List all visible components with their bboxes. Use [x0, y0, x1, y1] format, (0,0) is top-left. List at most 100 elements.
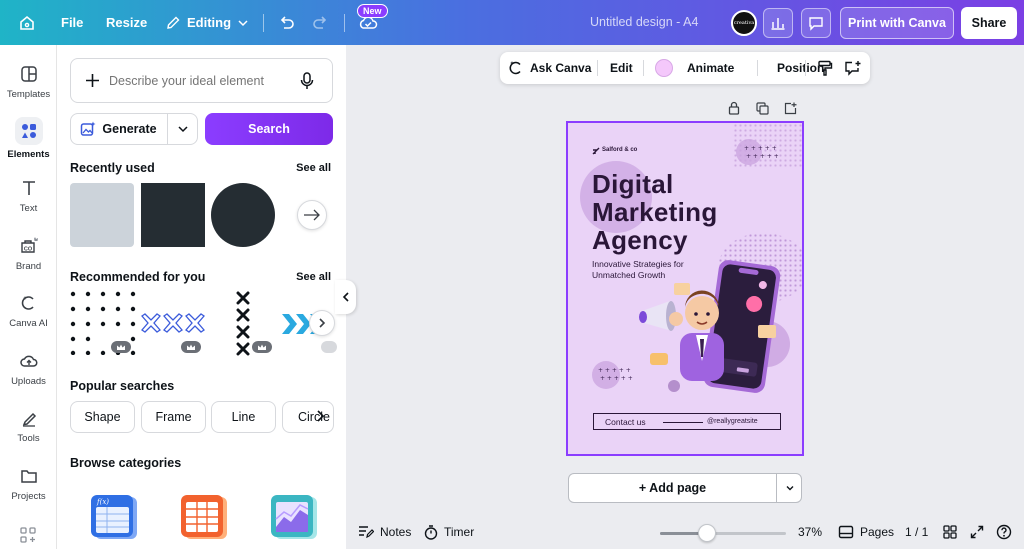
text-icon — [18, 177, 40, 199]
resize-menu[interactable]: Resize — [106, 0, 147, 45]
bar-chart-icon — [771, 18, 785, 30]
premium-crown-badge — [111, 341, 131, 353]
zoom-slider-handle[interactable] — [697, 524, 716, 542]
apps-icon[interactable] — [20, 527, 36, 548]
rail-brand[interactable]: CO Brand — [0, 225, 57, 281]
paint-format-button[interactable] — [817, 52, 833, 84]
editing-label: Editing — [187, 15, 232, 30]
elements-icon — [14, 116, 43, 145]
pages-button[interactable]: Pages — [838, 520, 894, 544]
projects-icon — [18, 465, 40, 487]
grid-view-button[interactable] — [943, 520, 957, 544]
add-page-icon — [784, 102, 796, 114]
rail-tools[interactable]: Tools — [0, 397, 57, 453]
document-title[interactable]: Untitled design - A4 — [590, 15, 698, 29]
top-bar: File Resize Editing New Untitled design … — [0, 0, 1024, 45]
rail-canva-ai[interactable]: Canva AI — [0, 282, 57, 338]
notes-button[interactable]: Notes — [358, 520, 411, 544]
popular-search-circle[interactable]: Circle — [282, 401, 334, 433]
zoom-slider[interactable] — [660, 532, 786, 535]
chevron-left-icon — [342, 292, 349, 302]
pencil-icon — [167, 16, 180, 29]
home-button[interactable] — [18, 0, 36, 45]
recent-element-light-square[interactable] — [70, 183, 134, 247]
ask-canva-button[interactable]: Ask Canva — [508, 52, 591, 84]
popular-search-circle-label: Circle — [298, 410, 330, 424]
generate-button[interactable]: Generate — [71, 114, 166, 144]
microphone-icon[interactable] — [300, 72, 314, 90]
add-comment-button[interactable] — [844, 52, 862, 84]
recommended-x-column[interactable] — [236, 291, 250, 357]
recent-element-dark-square[interactable] — [141, 183, 205, 247]
animate-button[interactable]: Animate — [687, 52, 734, 84]
rail-label: Tools — [17, 432, 40, 444]
headline-line-2: Marketing — [592, 197, 718, 227]
rail-projects[interactable]: Projects — [0, 455, 57, 511]
notes-label: Notes — [380, 525, 412, 539]
collapse-panel-button[interactable] — [335, 280, 356, 314]
see-all-recent-link[interactable]: See all — [296, 162, 331, 174]
avatar-text: creativa — [733, 20, 755, 26]
fullscreen-button[interactable] — [970, 520, 984, 544]
help-button[interactable] — [996, 520, 1012, 544]
category-chart-icon[interactable] — [267, 493, 321, 541]
rail-label: Brand — [15, 260, 42, 272]
element-search-input[interactable] — [109, 71, 294, 91]
recent-element-dark-circle[interactable] — [211, 183, 275, 247]
elements-panel: Generate Search Recently used See all Re… — [57, 45, 346, 549]
avatar[interactable]: creativa — [731, 10, 757, 36]
undo-button[interactable] — [278, 0, 296, 45]
see-all-recommended-link[interactable]: See all — [296, 271, 331, 283]
rail-templates[interactable]: Templates — [0, 53, 57, 109]
color-swatch-button[interactable] — [655, 52, 673, 84]
insights-button[interactable] — [763, 8, 793, 38]
design-handle-text: @reallygreatsite — [707, 418, 758, 425]
recommended-scroll-right[interactable] — [309, 310, 335, 336]
recent-scroll-right[interactable] — [297, 200, 327, 230]
toolbar-divider — [805, 60, 806, 76]
comments-button[interactable] — [801, 8, 831, 38]
recommended-x-pattern[interactable] — [141, 313, 207, 335]
ask-canva-label: Ask Canva — [530, 61, 592, 75]
rail-label: Uploads — [11, 375, 46, 387]
element-search-box[interactable] — [70, 58, 333, 103]
add-page-options-dropdown[interactable] — [776, 474, 802, 502]
timer-button[interactable]: Timer — [424, 520, 474, 544]
recently-used-heading: Recently used — [70, 161, 155, 175]
zoom-level-button[interactable]: 37% — [798, 520, 822, 544]
file-menu[interactable]: File — [61, 0, 83, 45]
add-page-inline-button[interactable] — [783, 101, 797, 115]
chevron-right-icon — [317, 410, 325, 422]
design-page[interactable]: + + + + + + + + + + + + + + + + + + + + Sa… — [566, 121, 804, 456]
lock-page-button[interactable] — [727, 101, 741, 115]
help-icon — [996, 524, 1012, 540]
duplicate-page-button[interactable] — [755, 101, 769, 115]
category-grid-icon[interactable] — [177, 493, 231, 541]
popular-scroll-right[interactable] — [315, 409, 325, 428]
rail-uploads[interactable]: Uploads — [0, 340, 57, 396]
recommended-heading: Recommended for you — [70, 270, 206, 284]
svg-text:f(x): f(x) — [96, 498, 109, 506]
add-page-button[interactable]: + Add page — [569, 474, 776, 502]
undo-icon — [280, 15, 294, 29]
print-with-canva-button[interactable]: Print with Canva — [840, 7, 954, 39]
context-toolbar: Ask Canva Edit Animate Position — [500, 52, 870, 84]
design-contact-divider — [663, 422, 703, 423]
canva-ai-icon — [509, 61, 521, 75]
share-button[interactable]: Share — [961, 7, 1017, 39]
edit-button[interactable]: Edit — [610, 52, 633, 84]
editing-mode-dropdown[interactable]: Editing — [165, 0, 249, 45]
rail-text[interactable]: Text — [0, 167, 57, 223]
popular-search-shape[interactable]: Shape — [70, 401, 135, 433]
rail-elements[interactable]: Elements — [0, 110, 57, 166]
generate-options-dropdown[interactable] — [167, 114, 198, 144]
add-page-split-button: + Add page — [568, 473, 802, 503]
new-badge: New — [357, 4, 388, 18]
popular-search-line[interactable]: Line — [211, 401, 276, 433]
popular-search-frame[interactable]: Frame — [141, 401, 206, 433]
animate-label: Animate — [687, 61, 735, 75]
redo-button[interactable] — [311, 0, 329, 45]
category-table-icon[interactable]: f(x) — [87, 493, 141, 541]
image-sparkle-icon — [81, 121, 96, 136]
search-button[interactable]: Search — [205, 113, 333, 145]
